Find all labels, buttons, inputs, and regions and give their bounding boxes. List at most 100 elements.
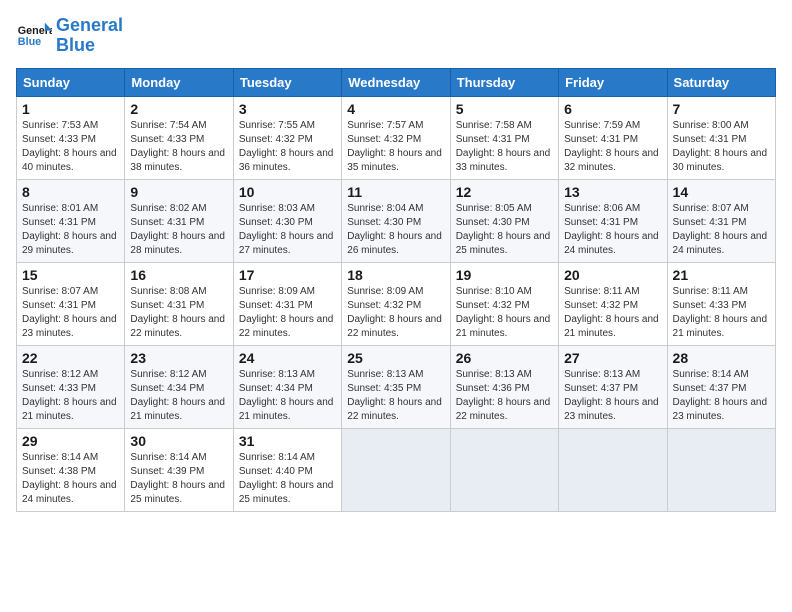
- calendar-week-4: 22 Sunrise: 8:12 AMSunset: 4:33 PMDaylig…: [17, 345, 776, 428]
- day-number: 21: [673, 267, 770, 283]
- day-number: 27: [564, 350, 661, 366]
- day-number: 7: [673, 101, 770, 117]
- day-number: 5: [456, 101, 553, 117]
- logo-text: General: [56, 16, 123, 36]
- day-info: Sunrise: 8:07 AMSunset: 4:31 PMDaylight:…: [22, 285, 119, 341]
- day-info: Sunrise: 8:13 AMSunset: 4:37 PMDaylight:…: [564, 368, 661, 424]
- calendar-cell: 22 Sunrise: 8:12 AMSunset: 4:33 PMDaylig…: [17, 345, 125, 428]
- calendar-cell: 17 Sunrise: 8:09 AMSunset: 4:31 PMDaylig…: [233, 262, 341, 345]
- calendar-cell: 12 Sunrise: 8:05 AMSunset: 4:30 PMDaylig…: [450, 179, 558, 262]
- calendar-cell: 24 Sunrise: 8:13 AMSunset: 4:34 PMDaylig…: [233, 345, 341, 428]
- day-info: Sunrise: 7:57 AMSunset: 4:32 PMDaylight:…: [347, 119, 444, 175]
- day-info: Sunrise: 8:11 AMSunset: 4:33 PMDaylight:…: [673, 285, 770, 341]
- day-info: Sunrise: 8:01 AMSunset: 4:31 PMDaylight:…: [22, 202, 119, 258]
- calendar-cell: 2 Sunrise: 7:54 AMSunset: 4:33 PMDayligh…: [125, 96, 233, 179]
- calendar-cell: 9 Sunrise: 8:02 AMSunset: 4:31 PMDayligh…: [125, 179, 233, 262]
- svg-text:Blue: Blue: [18, 36, 41, 48]
- calendar-cell: 11 Sunrise: 8:04 AMSunset: 4:30 PMDaylig…: [342, 179, 450, 262]
- calendar-cell: 20 Sunrise: 8:11 AMSunset: 4:32 PMDaylig…: [559, 262, 667, 345]
- day-info: Sunrise: 8:13 AMSunset: 4:36 PMDaylight:…: [456, 368, 553, 424]
- calendar-cell: 27 Sunrise: 8:13 AMSunset: 4:37 PMDaylig…: [559, 345, 667, 428]
- day-info: Sunrise: 8:14 AMSunset: 4:37 PMDaylight:…: [673, 368, 770, 424]
- day-number: 30: [130, 433, 227, 449]
- day-number: 29: [22, 433, 119, 449]
- calendar-cell: [667, 428, 775, 511]
- calendar-cell: 6 Sunrise: 7:59 AMSunset: 4:31 PMDayligh…: [559, 96, 667, 179]
- day-info: Sunrise: 8:12 AMSunset: 4:34 PMDaylight:…: [130, 368, 227, 424]
- calendar-table: SundayMondayTuesdayWednesdayThursdayFrid…: [16, 68, 776, 512]
- day-number: 13: [564, 184, 661, 200]
- day-number: 26: [456, 350, 553, 366]
- day-info: Sunrise: 7:54 AMSunset: 4:33 PMDaylight:…: [130, 119, 227, 175]
- day-number: 10: [239, 184, 336, 200]
- day-info: Sunrise: 8:02 AMSunset: 4:31 PMDaylight:…: [130, 202, 227, 258]
- calendar-cell: 13 Sunrise: 8:06 AMSunset: 4:31 PMDaylig…: [559, 179, 667, 262]
- calendar-week-1: 1 Sunrise: 7:53 AMSunset: 4:33 PMDayligh…: [17, 96, 776, 179]
- day-info: Sunrise: 8:00 AMSunset: 4:31 PMDaylight:…: [673, 119, 770, 175]
- calendar-week-5: 29 Sunrise: 8:14 AMSunset: 4:38 PMDaylig…: [17, 428, 776, 511]
- header-friday: Friday: [559, 68, 667, 96]
- day-number: 28: [673, 350, 770, 366]
- calendar-cell: [342, 428, 450, 511]
- logo-icon: General Blue: [16, 18, 52, 54]
- header-tuesday: Tuesday: [233, 68, 341, 96]
- day-info: Sunrise: 8:12 AMSunset: 4:33 PMDaylight:…: [22, 368, 119, 424]
- day-info: Sunrise: 8:14 AMSunset: 4:40 PMDaylight:…: [239, 451, 336, 507]
- calendar-cell: 10 Sunrise: 8:03 AMSunset: 4:30 PMDaylig…: [233, 179, 341, 262]
- calendar-cell: 31 Sunrise: 8:14 AMSunset: 4:40 PMDaylig…: [233, 428, 341, 511]
- calendar-cell: 4 Sunrise: 7:57 AMSunset: 4:32 PMDayligh…: [342, 96, 450, 179]
- day-number: 16: [130, 267, 227, 283]
- calendar-cell: 5 Sunrise: 7:58 AMSunset: 4:31 PMDayligh…: [450, 96, 558, 179]
- calendar-cell: [450, 428, 558, 511]
- day-number: 18: [347, 267, 444, 283]
- day-info: Sunrise: 8:11 AMSunset: 4:32 PMDaylight:…: [564, 285, 661, 341]
- day-info: Sunrise: 8:14 AMSunset: 4:38 PMDaylight:…: [22, 451, 119, 507]
- day-number: 6: [564, 101, 661, 117]
- header-thursday: Thursday: [450, 68, 558, 96]
- calendar-cell: 29 Sunrise: 8:14 AMSunset: 4:38 PMDaylig…: [17, 428, 125, 511]
- header-wednesday: Wednesday: [342, 68, 450, 96]
- day-info: Sunrise: 8:09 AMSunset: 4:31 PMDaylight:…: [239, 285, 336, 341]
- day-info: Sunrise: 8:10 AMSunset: 4:32 PMDaylight:…: [456, 285, 553, 341]
- calendar-cell: 30 Sunrise: 8:14 AMSunset: 4:39 PMDaylig…: [125, 428, 233, 511]
- day-number: 22: [22, 350, 119, 366]
- day-number: 17: [239, 267, 336, 283]
- day-info: Sunrise: 8:08 AMSunset: 4:31 PMDaylight:…: [130, 285, 227, 341]
- day-info: Sunrise: 8:03 AMSunset: 4:30 PMDaylight:…: [239, 202, 336, 258]
- day-number: 4: [347, 101, 444, 117]
- day-info: Sunrise: 7:55 AMSunset: 4:32 PMDaylight:…: [239, 119, 336, 175]
- calendar-cell: [559, 428, 667, 511]
- day-number: 2: [130, 101, 227, 117]
- day-number: 11: [347, 184, 444, 200]
- day-number: 31: [239, 433, 336, 449]
- day-info: Sunrise: 7:59 AMSunset: 4:31 PMDaylight:…: [564, 119, 661, 175]
- calendar-cell: 18 Sunrise: 8:09 AMSunset: 4:32 PMDaylig…: [342, 262, 450, 345]
- day-number: 1: [22, 101, 119, 117]
- day-number: 24: [239, 350, 336, 366]
- page-header: General Blue General Blue: [16, 16, 776, 56]
- day-info: Sunrise: 7:53 AMSunset: 4:33 PMDaylight:…: [22, 119, 119, 175]
- day-info: Sunrise: 8:13 AMSunset: 4:34 PMDaylight:…: [239, 368, 336, 424]
- day-number: 19: [456, 267, 553, 283]
- calendar-header-row: SundayMondayTuesdayWednesdayThursdayFrid…: [17, 68, 776, 96]
- day-number: 23: [130, 350, 227, 366]
- day-number: 20: [564, 267, 661, 283]
- logo: General Blue General Blue: [16, 16, 123, 56]
- day-info: Sunrise: 8:05 AMSunset: 4:30 PMDaylight:…: [456, 202, 553, 258]
- day-info: Sunrise: 8:04 AMSunset: 4:30 PMDaylight:…: [347, 202, 444, 258]
- calendar-cell: 16 Sunrise: 8:08 AMSunset: 4:31 PMDaylig…: [125, 262, 233, 345]
- calendar-week-2: 8 Sunrise: 8:01 AMSunset: 4:31 PMDayligh…: [17, 179, 776, 262]
- day-number: 8: [22, 184, 119, 200]
- day-info: Sunrise: 8:14 AMSunset: 4:39 PMDaylight:…: [130, 451, 227, 507]
- calendar-cell: 3 Sunrise: 7:55 AMSunset: 4:32 PMDayligh…: [233, 96, 341, 179]
- day-info: Sunrise: 8:13 AMSunset: 4:35 PMDaylight:…: [347, 368, 444, 424]
- logo-text-blue: Blue: [56, 36, 123, 56]
- calendar-week-3: 15 Sunrise: 8:07 AMSunset: 4:31 PMDaylig…: [17, 262, 776, 345]
- day-number: 25: [347, 350, 444, 366]
- day-info: Sunrise: 7:58 AMSunset: 4:31 PMDaylight:…: [456, 119, 553, 175]
- calendar-cell: 23 Sunrise: 8:12 AMSunset: 4:34 PMDaylig…: [125, 345, 233, 428]
- calendar-cell: 8 Sunrise: 8:01 AMSunset: 4:31 PMDayligh…: [17, 179, 125, 262]
- day-number: 3: [239, 101, 336, 117]
- day-number: 9: [130, 184, 227, 200]
- calendar-cell: 15 Sunrise: 8:07 AMSunset: 4:31 PMDaylig…: [17, 262, 125, 345]
